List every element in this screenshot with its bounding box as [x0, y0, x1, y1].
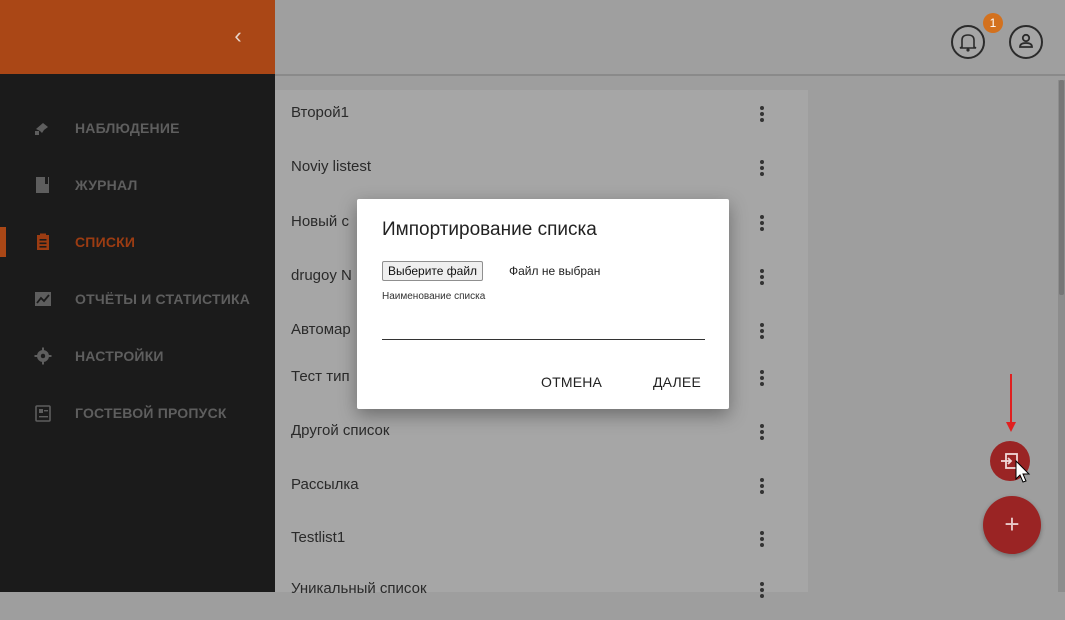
file-status-text: Файл не выбран — [509, 264, 601, 278]
list-item[interactable]: Рассылка — [275, 462, 808, 516]
list-item[interactable]: Второй1 — [275, 90, 808, 144]
active-indicator — [0, 227, 6, 257]
mouse-cursor-icon — [1015, 460, 1031, 483]
sidebar-item-guest-pass[interactable]: ГОСТЕВОЙ ПРОПУСК — [0, 385, 275, 442]
more-vert-icon[interactable] — [753, 267, 771, 291]
chevron-left-icon[interactable]: ‹ — [228, 24, 248, 48]
more-vert-icon[interactable] — [753, 321, 771, 345]
sidebar-item-label: НАСТРОЙКИ — [75, 348, 164, 364]
user-icon — [1019, 33, 1033, 48]
list-item-name: drugoy N — [291, 267, 352, 284]
camera-icon — [35, 123, 48, 135]
scrollbar-thumb[interactable] — [1059, 80, 1064, 295]
clipboard-icon — [37, 233, 49, 250]
list-item-name: Уникальный список — [291, 580, 427, 597]
sidebar-header: ‹ — [0, 0, 275, 74]
sidebar-item-reports[interactable]: ОТЧЁТЫ И СТАТИСТИКА — [0, 271, 275, 328]
sidebar-nav: НАБЛЮДЕНИЕ ЖУРНАЛ СПИСКИ ОТЧЁТЫ И СТАТИС… — [0, 100, 275, 442]
sidebar-item-lists[interactable]: СПИСКИ — [0, 214, 275, 271]
more-vert-icon[interactable] — [753, 476, 771, 500]
gear-icon — [34, 347, 52, 365]
import-list-dialog: Импортирование списка Выберите файл Файл… — [357, 199, 729, 409]
list-item-name: Второй1 — [291, 104, 349, 121]
list-item-name: Новый с — [291, 213, 349, 230]
notifications-button[interactable] — [951, 25, 985, 59]
cancel-button[interactable]: ОТМЕНА — [541, 374, 602, 390]
sidebar-item-label: НАБЛЮДЕНИЕ — [75, 120, 180, 136]
list-item[interactable]: Другой список — [275, 408, 808, 462]
list-name-label: Наименование списка — [382, 291, 486, 302]
user-menu-button[interactable] — [1009, 25, 1043, 59]
choose-file-button[interactable]: Выберите файл — [382, 261, 484, 281]
badge-icon — [35, 405, 51, 422]
sidebar-item-journal[interactable]: ЖУРНАЛ — [0, 157, 275, 214]
list-item-name: Рассылка — [291, 476, 359, 493]
more-vert-icon[interactable] — [753, 104, 771, 128]
more-vert-icon[interactable] — [753, 580, 771, 604]
red-arrow-annotation — [1006, 374, 1016, 432]
list-item-name: Noviy listest — [291, 158, 372, 175]
sidebar: ‹ НАБЛЮДЕНИЕ ЖУРНАЛ СПИСКИ ОТЧЁТЫ И СТАТ… — [0, 0, 275, 592]
sidebar-item-label: ГОСТЕВОЙ ПРОПУСК — [75, 405, 227, 421]
list-item[interactable]: Уникальный список — [275, 566, 808, 620]
bell-icon — [959, 34, 977, 52]
add-list-button[interactable]: + — [983, 496, 1041, 554]
next-button[interactable]: ДАЛЕЕ — [653, 374, 701, 390]
sidebar-item-label: ОТЧЁТЫ И СТАТИСТИКА — [75, 291, 251, 307]
sidebar-item-label: ЖУРНАЛ — [75, 177, 138, 193]
chart-icon — [35, 292, 51, 306]
more-vert-icon[interactable] — [753, 158, 771, 182]
top-bar — [275, 0, 1065, 76]
list-item[interactable]: Testlist1 — [275, 515, 808, 569]
list-item[interactable]: Noviy listest — [275, 144, 808, 198]
more-vert-icon[interactable] — [753, 213, 771, 237]
sidebar-item-label: СПИСКИ — [75, 234, 136, 250]
sidebar-item-observation[interactable]: НАБЛЮДЕНИЕ — [0, 100, 275, 157]
list-item-name: Автомар — [291, 321, 351, 338]
more-vert-icon[interactable] — [753, 368, 771, 392]
sidebar-item-settings[interactable]: НАСТРОЙКИ — [0, 328, 275, 385]
dialog-title: Импортирование списка — [382, 219, 597, 240]
more-vert-icon[interactable] — [753, 422, 771, 446]
list-item-name: Тест тип — [291, 368, 350, 385]
more-vert-icon[interactable] — [753, 529, 771, 553]
list-item-name: Testlist1 — [291, 529, 346, 546]
list-item-name: Другой список — [291, 422, 390, 439]
list-name-input[interactable] — [382, 309, 705, 340]
book-icon — [36, 177, 49, 193]
notification-badge: 1 — [983, 13, 1003, 33]
